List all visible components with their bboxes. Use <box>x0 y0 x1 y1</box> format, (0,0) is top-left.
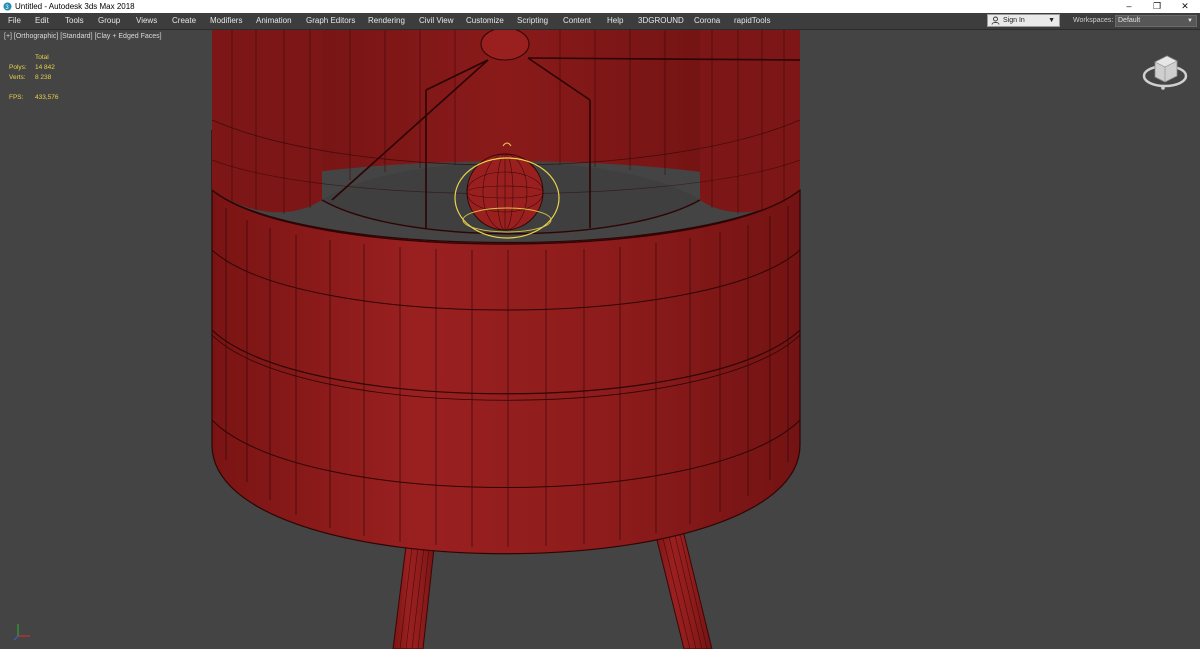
chevron-down-icon: ▼ <box>1048 17 1055 24</box>
title-bar: 3 Untitled - Autodesk 3ds Max 2018 – ❐ ✕ <box>0 0 1200 13</box>
menu-scripting[interactable]: Scripting <box>517 13 548 29</box>
app-icon: 3 <box>3 2 12 11</box>
restore-button[interactable]: ❐ <box>1143 0 1171 13</box>
polys-count: 14 842 <box>35 64 55 71</box>
workspaces-label: Workspaces: <box>1073 17 1114 24</box>
menu-help[interactable]: Help <box>607 13 623 29</box>
close-button[interactable]: ✕ <box>1171 0 1199 13</box>
menu-views[interactable]: Views <box>136 13 157 29</box>
menu-customize[interactable]: Customize <box>466 13 504 29</box>
menu-edit[interactable]: Edit <box>35 13 49 29</box>
perspective-viewport[interactable]: [+] [Orthographic] [Standard] [Clay + Ed… <box>0 30 1200 649</box>
menu-rapidtools[interactable]: rapidTools <box>734 13 770 29</box>
viewport-label[interactable]: [+] [Orthographic] [Standard] [Clay + Ed… <box>4 33 162 40</box>
window-title: Untitled - Autodesk 3ds Max 2018 <box>15 2 135 11</box>
menu-rendering[interactable]: Rendering <box>368 13 405 29</box>
polys-label: Polys: <box>9 64 27 71</box>
workspaces-value: Default <box>1118 17 1141 24</box>
fps-value: 433,576 <box>35 94 59 101</box>
sign-in-dropdown[interactable]: Sign In ▼ <box>987 14 1060 27</box>
menu-modifiers[interactable]: Modifiers <box>210 13 242 29</box>
menu-corona[interactable]: Corona <box>694 13 720 29</box>
menu-3dground[interactable]: 3DGROUND <box>638 13 684 29</box>
stats-total-header: Total <box>35 54 49 61</box>
sign-in-label: Sign In <box>1003 17 1025 24</box>
user-icon <box>991 16 1000 25</box>
lampshade[interactable] <box>211 30 801 555</box>
menu-bar: File Edit Tools Group Views Create Modif… <box>0 13 1200 30</box>
menu-file[interactable]: File <box>8 13 21 29</box>
menu-group[interactable]: Group <box>98 13 120 29</box>
menu-animation[interactable]: Animation <box>256 13 292 29</box>
lamp-top-cap[interactable] <box>480 30 530 61</box>
menu-graph-editors[interactable]: Graph Editors <box>306 13 355 29</box>
menu-create[interactable]: Create <box>172 13 196 29</box>
fps-label: FPS: <box>9 94 24 101</box>
verts-count: 8 238 <box>35 74 52 81</box>
menu-civil-view[interactable]: Civil View <box>419 13 454 29</box>
menu-tools[interactable]: Tools <box>65 13 84 29</box>
workspaces-select[interactable]: Default ▼ <box>1115 15 1197 27</box>
axis-tripod-icon <box>13 624 30 641</box>
menu-content[interactable]: Content <box>563 13 591 29</box>
verts-label: Verts: <box>9 74 26 81</box>
viewcube-icon[interactable] <box>1140 48 1190 94</box>
chevron-down-icon: ▼ <box>1187 18 1193 24</box>
minimize-button[interactable]: – <box>1115 0 1143 13</box>
scene-render[interactable] <box>0 30 1200 649</box>
